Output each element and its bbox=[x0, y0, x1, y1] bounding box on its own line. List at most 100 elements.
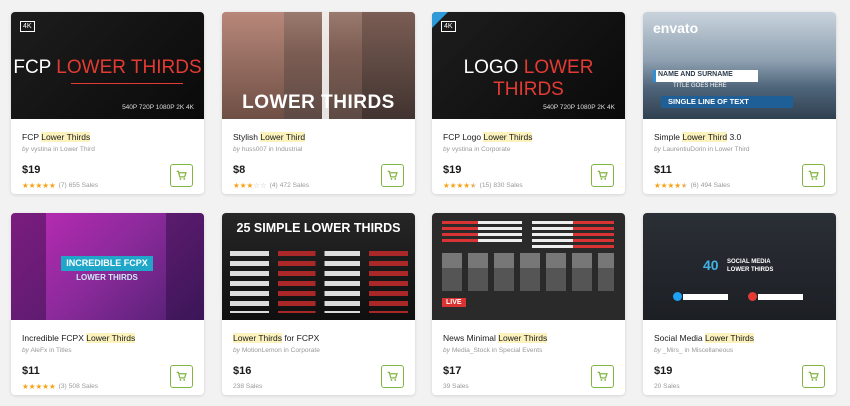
category-link[interactable]: Industrial bbox=[276, 146, 303, 153]
add-to-cart-button[interactable] bbox=[802, 164, 825, 187]
rating-sales: ★ ★ ★ ★ ★ (15) 830 Sales bbox=[443, 182, 523, 190]
single-line: SINGLE LINE OF TEXT bbox=[668, 97, 749, 106]
review-count: (3) bbox=[58, 383, 67, 391]
product-title[interactable]: FCP Lower Thirds bbox=[22, 132, 91, 142]
sales-count: 494 Sales bbox=[700, 182, 731, 190]
name-line: NAME AND SURNAME bbox=[658, 71, 733, 78]
category-link[interactable]: Corporate bbox=[291, 347, 320, 354]
product-title[interactable]: Simple Lower Third 3.0 bbox=[654, 132, 741, 142]
star-icon: ★ bbox=[667, 181, 675, 190]
star-icon: ★ bbox=[28, 382, 36, 391]
thumbnail-number: 40 bbox=[703, 257, 719, 273]
product-card[interactable]: 40 SOCIAL MEDIA LOWER THIRDS Social Medi… bbox=[643, 213, 836, 395]
add-to-cart-button[interactable] bbox=[170, 164, 193, 187]
product-thumbnail[interactable]: INCREDIBLE FCPX LOWER THIRDS bbox=[11, 213, 204, 320]
by-label: by bbox=[654, 146, 661, 153]
add-to-cart-button[interactable] bbox=[381, 164, 404, 187]
category-link[interactable]: Special Events bbox=[499, 347, 543, 354]
building-right bbox=[166, 213, 204, 320]
star-icon: ★ bbox=[674, 181, 681, 190]
author-link[interactable]: MotionLemon bbox=[242, 347, 282, 354]
twitter-bar bbox=[683, 294, 728, 300]
product-title[interactable]: Social Media Lower Thirds bbox=[654, 333, 755, 343]
author-link[interactable]: Media_Stock bbox=[452, 347, 490, 354]
product-card[interactable]: LOWER THIRDS Stylish Lower Third by huss… bbox=[222, 12, 415, 194]
cart-icon bbox=[176, 170, 187, 180]
star-icon: ★ bbox=[48, 382, 56, 391]
product-title[interactable]: Stylish Lower Third bbox=[233, 132, 306, 142]
add-to-cart-button[interactable] bbox=[591, 365, 614, 388]
star-icon: ★ bbox=[35, 181, 43, 190]
category-link[interactable]: Corporate bbox=[481, 146, 510, 153]
thumbnail-title: FCP LOWER THIRDS bbox=[11, 57, 204, 79]
author-line: by LaurentiuDorin in Lower Third bbox=[654, 146, 750, 153]
cart-icon bbox=[808, 371, 819, 381]
category-link[interactable]: Titles bbox=[56, 347, 72, 354]
title-highlight: Lower Thirds bbox=[41, 132, 91, 142]
cart-icon bbox=[176, 371, 187, 381]
product-title[interactable]: Lower Thirds for FCPX bbox=[233, 333, 319, 343]
author-link[interactable]: huss007 bbox=[242, 146, 267, 153]
title-part: Simple bbox=[654, 132, 683, 142]
product-info: News Minimal Lower Thirds by Media_Stock… bbox=[432, 320, 625, 395]
author-link[interactable]: _Mirs_ bbox=[663, 347, 683, 354]
author-line: by Media_Stock in Special Events bbox=[443, 347, 542, 354]
product-thumbnail[interactable]: 25 SIMPLE LOWER THIRDS bbox=[222, 213, 415, 320]
product-title[interactable]: News Minimal Lower Thirds bbox=[443, 333, 548, 343]
star-rating: ★ ★ ★ ★ ★ bbox=[22, 182, 56, 190]
thumbnail-title-part: FCP bbox=[13, 57, 57, 78]
sales-count: 39 Sales bbox=[443, 383, 469, 390]
add-to-cart-button[interactable] bbox=[381, 365, 404, 388]
thumbnail-title: 25 SIMPLE LOWER THIRDS bbox=[236, 221, 401, 235]
author-link[interactable]: LaurentiuDorin bbox=[663, 146, 706, 153]
product-thumbnail[interactable]: LOWER THIRDS bbox=[222, 12, 415, 119]
rating-sales: 238 Sales bbox=[233, 383, 262, 390]
review-count: (6) bbox=[690, 182, 699, 190]
title-part: 3.0 bbox=[727, 132, 742, 142]
product-info: FCP Lower Thirds by vystina in Lower Thi… bbox=[11, 119, 204, 194]
cart-icon bbox=[808, 170, 819, 180]
product-card[interactable]: envato NAME AND SURNAME TITLE GOES HERE … bbox=[643, 12, 836, 194]
rating-sales: 39 Sales bbox=[443, 383, 469, 390]
product-thumbnail[interactable]: envato NAME AND SURNAME TITLE GOES HERE … bbox=[643, 12, 836, 119]
star-icon: ★ bbox=[42, 181, 49, 190]
add-to-cart-button[interactable] bbox=[802, 365, 825, 388]
category-link[interactable]: Lower Third bbox=[60, 146, 95, 153]
star-icon: ★ bbox=[660, 181, 668, 190]
product-thumbnail[interactable]: LIVE bbox=[432, 213, 625, 320]
add-to-cart-button[interactable] bbox=[170, 365, 193, 388]
by-label: by bbox=[22, 146, 29, 153]
thumbnail-title-part: LOGO bbox=[463, 57, 524, 78]
category-link[interactable]: Miscellaneous bbox=[691, 347, 733, 354]
star-icon: ★ bbox=[239, 181, 247, 190]
thumbnail-title-accent: LOWER THIRDS bbox=[56, 57, 202, 78]
product-card[interactable]: 4K FCP LOWER THIRDS 540P 720P 1080P 2K 4… bbox=[11, 12, 204, 194]
title-highlight: Lower Thirds bbox=[705, 333, 755, 343]
product-title[interactable]: FCP Logo Lower Thirds bbox=[443, 132, 533, 142]
add-to-cart-button[interactable] bbox=[591, 164, 614, 187]
product-thumbnail[interactable]: 4K FCP LOWER THIRDS 540P 720P 1080P 2K 4… bbox=[11, 12, 204, 119]
title-highlight: Lower Thirds bbox=[233, 333, 282, 343]
thumbnail-resolutions: 540P 720P 1080P 2K 4K bbox=[543, 104, 615, 111]
product-thumbnail[interactable]: 4K LOGO LOWER THIRDS 540P 720P 1080P 2K … bbox=[432, 12, 625, 119]
product-title[interactable]: Incredible FCPX Lower Thirds bbox=[22, 333, 136, 343]
product-card[interactable]: 4K LOGO LOWER THIRDS 540P 720P 1080P 2K … bbox=[432, 12, 625, 194]
price: $19 bbox=[443, 164, 462, 176]
author-link[interactable]: vystina bbox=[31, 146, 52, 153]
author-line: by vystina in Lower Third bbox=[22, 146, 95, 153]
author-line: by MotionLemon in Corporate bbox=[233, 347, 320, 354]
product-thumbnail[interactable]: 40 SOCIAL MEDIA LOWER THIRDS bbox=[643, 213, 836, 320]
4k-badge: 4K bbox=[20, 21, 35, 32]
star-rating: ★ ★ ★ ★ ★ bbox=[654, 182, 688, 190]
category-link[interactable]: Lower Third bbox=[715, 146, 750, 153]
product-card[interactable]: 25 SIMPLE LOWER THIRDS Lower Thirds for … bbox=[222, 213, 415, 395]
product-card[interactable]: INCREDIBLE FCPX LOWER THIRDS Incredible … bbox=[11, 213, 204, 395]
author-link[interactable]: vystina bbox=[452, 146, 473, 153]
star-icon: ★ bbox=[246, 181, 254, 190]
author-link[interactable]: AleFx bbox=[30, 347, 47, 354]
building-left bbox=[11, 213, 46, 320]
in-label: in bbox=[53, 146, 59, 153]
product-card[interactable]: LIVE News Minimal Lower Thirds by Media_… bbox=[432, 213, 625, 395]
cart-icon bbox=[597, 170, 608, 180]
title-highlight: Lower Thirds bbox=[86, 333, 136, 343]
